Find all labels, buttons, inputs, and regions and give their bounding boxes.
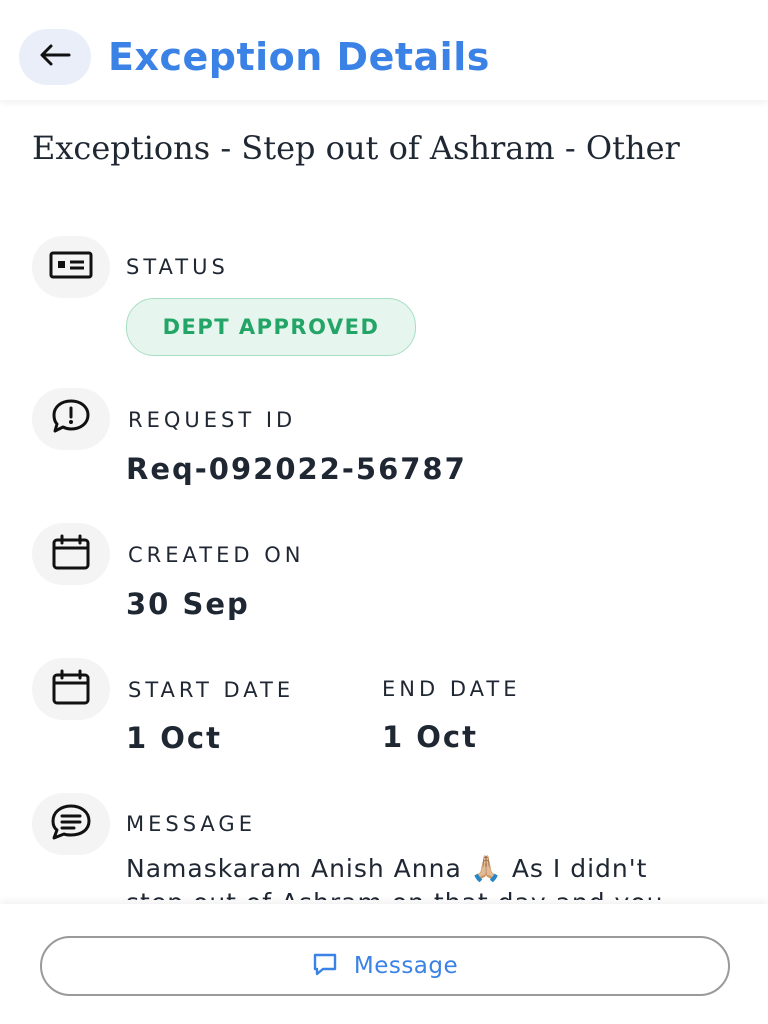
app-header: Exception Details (0, 0, 768, 100)
request-id-label: REQUEST ID (128, 408, 297, 432)
start-date-label: START DATE (128, 678, 295, 702)
chat-bubble-icon (312, 952, 338, 980)
exception-details-screen: Exception Details Exceptions - Step out … (0, 0, 768, 1024)
back-button[interactable] (19, 29, 91, 85)
message-icon-container (32, 793, 110, 855)
request-id-icon-container (32, 388, 110, 450)
calendar-icon (50, 533, 92, 575)
status-label: STATUS (126, 255, 229, 279)
id-card-icon (48, 250, 94, 284)
message-text: Namaskaram Anish Anna 🙏🏼 As I didn't ste… (126, 852, 726, 900)
message-line-1: Namaskaram Anish Anna 🙏🏼 As I didn't (126, 854, 648, 883)
message-line-2: step out of Ashram on that day and you (126, 886, 726, 900)
alert-message-icon (50, 397, 92, 441)
status-badge: DEPT APPROVED (126, 298, 416, 356)
message-button[interactable]: Message (40, 936, 730, 996)
created-on-icon-container (32, 523, 110, 585)
bottom-action-bar: Message (0, 904, 768, 1024)
created-on-label: CREATED ON (128, 543, 305, 567)
end-date-label: END DATE (382, 677, 521, 701)
dates-icon-container (32, 658, 110, 720)
page-title: Exception Details (108, 35, 490, 79)
exception-title: Exceptions - Step out of Ashram - Other (32, 129, 680, 167)
chat-lines-icon (49, 802, 93, 846)
created-on-value: 30 Sep (126, 587, 250, 621)
message-label: MESSAGE (126, 812, 256, 836)
arrow-left-icon (38, 43, 72, 71)
message-button-label: Message (353, 953, 459, 979)
calendar-icon (50, 668, 92, 710)
start-date-value: 1 Oct (126, 721, 222, 755)
details-content[interactable]: Exceptions - Step out of Ashram - Other … (0, 100, 768, 900)
end-date-value: 1 Oct (382, 720, 478, 754)
status-icon-container (32, 236, 110, 298)
request-id-value: Req-092022-56787 (126, 452, 467, 486)
